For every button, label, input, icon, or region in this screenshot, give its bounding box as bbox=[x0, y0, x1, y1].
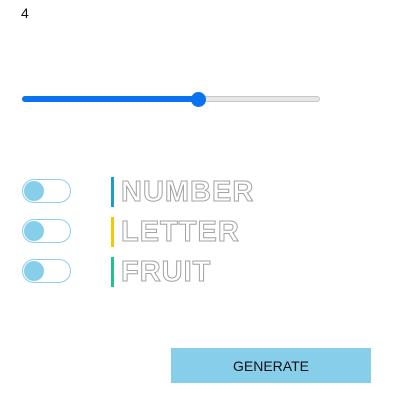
app-root: 4 NUMBER LETTER FRUIT GENERATE bbox=[0, 0, 415, 410]
letter-accent-bar bbox=[111, 217, 114, 247]
option-row-fruit: FRUIT bbox=[22, 257, 322, 297]
option-list: NUMBER LETTER FRUIT bbox=[22, 177, 322, 297]
fruit-label: FRUIT bbox=[120, 256, 212, 288]
toggle-knob bbox=[24, 181, 44, 201]
number-accent-bar bbox=[111, 177, 114, 207]
option-row-letter: LETTER bbox=[22, 217, 322, 257]
toggle-knob bbox=[24, 221, 44, 241]
slider-fill bbox=[22, 96, 198, 102]
count-slider[interactable] bbox=[22, 92, 320, 107]
fruit-accent-bar bbox=[111, 257, 114, 287]
count-value: 4 bbox=[21, 5, 29, 21]
number-label: NUMBER bbox=[120, 176, 255, 208]
option-row-number: NUMBER bbox=[22, 177, 322, 217]
letter-toggle[interactable] bbox=[22, 219, 71, 243]
generate-button[interactable]: GENERATE bbox=[171, 348, 371, 383]
number-toggle[interactable] bbox=[22, 179, 71, 203]
slider-thumb[interactable] bbox=[191, 92, 206, 107]
toggle-knob bbox=[24, 261, 44, 281]
fruit-toggle[interactable] bbox=[22, 259, 71, 283]
letter-label: LETTER bbox=[121, 216, 240, 248]
